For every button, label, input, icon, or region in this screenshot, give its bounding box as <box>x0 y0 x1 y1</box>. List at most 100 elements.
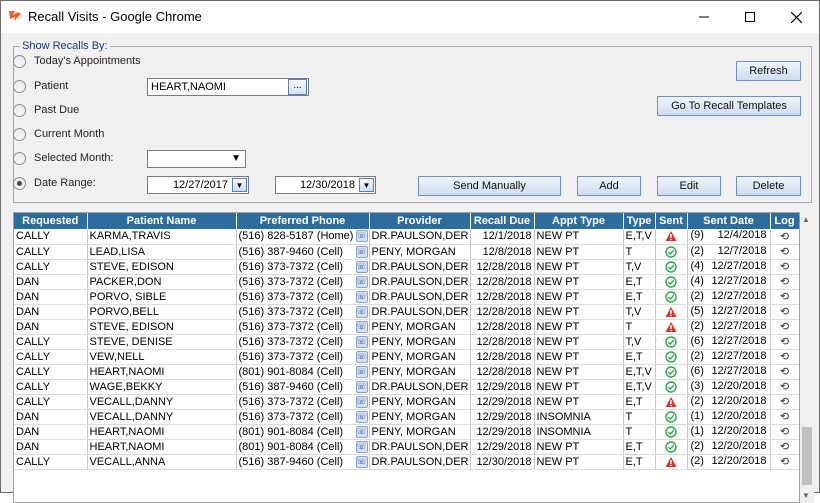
radio-date-range[interactable]: Date Range: <box>13 175 96 191</box>
table-row[interactable]: CALLY STEVE, DENISE (516) 373-7372 (Cell) ☏… <box>14 334 799 350</box>
phone-icon[interactable]: ☏ <box>355 365 368 378</box>
phone-icon[interactable]: ☏ <box>355 395 368 408</box>
history-icon[interactable]: ⟲ <box>780 276 789 288</box>
column-header-preferred-phone[interactable]: Preferred Phone <box>236 213 370 229</box>
phone-icon[interactable]: ☏ <box>355 290 368 303</box>
delete-button[interactable]: Delete <box>736 176 801 196</box>
radio-indicator[interactable] <box>13 176 26 190</box>
calendar-dropdown-icon[interactable]: ▼ <box>232 178 247 192</box>
history-icon[interactable]: ⟲ <box>780 411 789 423</box>
table-row[interactable]: DAN HEART,NAOMI (801) 901-8084 (Cell) ☏ PENY… <box>14 424 799 440</box>
column-header-requested[interactable]: Requested <box>14 213 88 229</box>
phone-icon[interactable]: ☏ <box>355 380 368 393</box>
radio-todays-appointments[interactable]: Today's Appointments <box>13 53 141 69</box>
phone-icon[interactable]: ☏ <box>355 260 368 273</box>
radio-past-due[interactable]: Past Due <box>13 102 79 118</box>
sent-date-value: 12/20/2018 <box>711 454 767 467</box>
radio-indicator[interactable] <box>13 127 26 141</box>
history-icon[interactable]: ⟲ <box>780 441 789 453</box>
table-row[interactable]: DAN PORVO, SIBLE (516) 373-7372 (Cell) ☏ DR.… <box>14 289 799 305</box>
selected-month-select[interactable]: ▼ <box>147 150 246 168</box>
sent-count: (9) <box>690 229 704 241</box>
scrollbar-thumb[interactable] <box>802 427 812 485</box>
history-icon[interactable]: ⟲ <box>780 291 789 303</box>
scroll-up-icon[interactable]: ▲ <box>802 215 810 224</box>
table-row[interactable]: CALLY LEAD,LISA (516) 387-9460 (Cell) ☏ PENY… <box>14 244 799 260</box>
column-header-recall-due[interactable]: Recall Due <box>470 213 535 229</box>
radio-indicator[interactable] <box>13 103 26 117</box>
table-row[interactable]: DAN VECALL,DANNY (516) 373-7372 (Cell) ☏ PEN… <box>14 409 799 425</box>
patient-lookup-button[interactable]: ... <box>288 79 307 95</box>
phone-icon[interactable]: ☏ <box>355 275 368 288</box>
refresh-button[interactable]: Refresh <box>736 61 801 81</box>
column-header-sent-date[interactable]: Sent Date <box>687 213 771 229</box>
radio-patient[interactable]: Patient <box>13 78 68 94</box>
date-from-picker[interactable]: 12/27/2017 ▼ <box>147 176 249 194</box>
table-row[interactable]: CALLY VEW,NELL (516) 373-7372 (Cell) ☏ PENY,… <box>14 349 799 365</box>
history-icon[interactable]: ⟲ <box>780 246 789 258</box>
history-icon[interactable]: ⟲ <box>780 456 789 468</box>
history-icon[interactable]: ⟲ <box>780 336 789 348</box>
history-icon[interactable]: ⟲ <box>780 351 789 363</box>
send-manually-button[interactable]: Send Manually <box>418 176 561 196</box>
sent-date-value: 12/27/2018 <box>711 259 767 272</box>
history-icon[interactable]: ⟲ <box>780 366 789 378</box>
history-icon[interactable]: ⟲ <box>780 306 789 318</box>
history-icon[interactable]: ⟲ <box>780 426 789 438</box>
phone-icon[interactable]: ☏ <box>355 455 368 468</box>
table-row[interactable]: DAN HEART,NAOMI (801) 901-8084 (Cell) ☏ DR.P… <box>14 439 799 455</box>
phone-icon[interactable]: ☏ <box>355 350 368 363</box>
phone-icon[interactable]: ☏ <box>355 245 368 258</box>
column-header-sent[interactable]: Sent <box>655 213 688 229</box>
close-button[interactable] <box>773 1 819 33</box>
column-header-log[interactable]: Log <box>770 213 799 229</box>
phone-icon[interactable]: ☏ <box>355 320 368 333</box>
table-row[interactable]: DAN PACKER,DON (516) 373-7372 (Cell) ☏ DR.PA… <box>14 274 799 290</box>
vertical-scrollbar[interactable]: ▲ ▼ <box>800 212 814 503</box>
phone-icon[interactable]: ☏ <box>355 440 368 453</box>
history-icon[interactable]: ⟲ <box>780 261 789 273</box>
phone-icon[interactable]: ☏ <box>355 230 368 242</box>
maximize-button[interactable] <box>727 1 773 33</box>
radio-indicator[interactable] <box>13 54 26 68</box>
minimize-button[interactable] <box>681 1 727 33</box>
date-to-picker[interactable]: 12/30/2018 ▼ <box>275 176 376 194</box>
add-button[interactable]: Add <box>577 176 641 196</box>
column-header-patient-name[interactable]: Patient Name <box>87 213 237 229</box>
table-row[interactable]: CALLY VECALL,DANNY (516) 373-7372 (Cell) ☏ P… <box>14 394 799 410</box>
phone-icon[interactable]: ☏ <box>355 410 368 423</box>
radio-current-month[interactable]: Current Month <box>13 126 104 142</box>
edit-button[interactable]: Edit <box>657 176 721 196</box>
history-icon[interactable]: ⟲ <box>780 396 789 408</box>
cell-sent-date: (2) 12/20/2018 <box>687 439 771 455</box>
calendar-dropdown-icon[interactable]: ▼ <box>359 178 374 192</box>
phone-icon[interactable]: ☏ <box>355 425 368 438</box>
table-row[interactable]: CALLY WAGE,BEKKY (516) 387-9460 (Cell) ☏ DR.… <box>14 379 799 395</box>
patient-input[interactable]: HEART,NAOMI <box>147 78 309 96</box>
history-icon[interactable]: ⟲ <box>780 381 789 393</box>
column-header-type[interactable]: Type <box>623 213 656 229</box>
cell-recall-due: 12/30/2018 <box>470 454 535 470</box>
table-row[interactable]: CALLY VECALL,ANNA (516) 387-9460 (Cell) ☏ DR… <box>14 454 799 470</box>
sent-count: (6) <box>690 334 704 347</box>
table-row[interactable]: CALLY HEART,NAOMI (801) 901-8084 (Cell) ☏ PE… <box>14 364 799 380</box>
table-row[interactable]: DAN PORVO,BELL (516) 373-7372 (Cell) ☏ DR.PA… <box>14 304 799 320</box>
phone-icon[interactable]: ☏ <box>355 335 368 348</box>
phone-icon[interactable]: ☏ <box>355 305 368 318</box>
table-row[interactable]: DAN STEVE, EDISON (516) 373-7372 (Cell) ☏ PE… <box>14 319 799 335</box>
table-row[interactable]: CALLY STEVE, EDISON (516) 373-7372 (Cell) ☏… <box>14 259 799 275</box>
cell-sent-date: (9) 12/4/2018 <box>687 229 771 245</box>
radio-indicator[interactable] <box>13 151 26 165</box>
cell-type: T <box>623 319 656 335</box>
cell-appt-type: NEW PT <box>534 289 624 305</box>
column-header-provider[interactable]: Provider <box>369 213 471 229</box>
history-icon[interactable]: ⟲ <box>780 321 789 333</box>
radio-selected-month[interactable]: Selected Month: <box>13 150 114 166</box>
scroll-down-icon[interactable]: ▼ <box>802 491 810 500</box>
recall-templates-button[interactable]: Go To Recall Templates <box>657 96 801 116</box>
column-header-appt-type[interactable]: Appt Type <box>534 213 624 229</box>
history-icon[interactable]: ⟲ <box>780 231 789 243</box>
table-row[interactable]: CALLY KARMA,TRAVIS (516) 828-5187 (Home) ☏ D… <box>14 229 799 245</box>
radio-indicator[interactable] <box>13 79 26 93</box>
sent-success-icon <box>665 380 677 393</box>
